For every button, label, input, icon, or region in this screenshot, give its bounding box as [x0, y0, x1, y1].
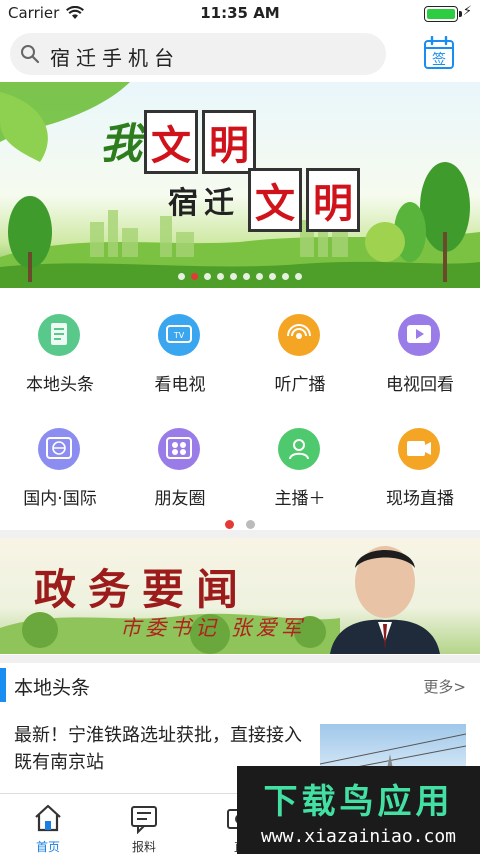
report-icon — [131, 806, 157, 834]
globe-icon — [38, 428, 80, 470]
grid-item-label: 朋友圈 — [154, 489, 206, 509]
banner-line-2: 宿 迁 文 明 — [168, 168, 362, 232]
section-title: 本地头条 — [14, 677, 91, 699]
grid-item-label: 现场直播 — [386, 489, 454, 509]
banner-char: 文 — [248, 168, 302, 232]
clock: 11:35 AM — [200, 4, 280, 22]
carousel-dot[interactable] — [243, 273, 250, 280]
search-icon — [21, 45, 40, 64]
section-accent-bar — [0, 668, 6, 702]
search-text: 宿迁手机台 — [50, 46, 180, 70]
grid-item[interactable]: 听广播 — [240, 290, 360, 406]
broadcast-icon — [278, 314, 320, 356]
grid-item[interactable]: 现场直播 — [360, 404, 480, 520]
carousel-dot[interactable] — [178, 273, 185, 280]
tab-home[interactable]: 首页 — [0, 800, 96, 854]
grid-page-indicator — [0, 520, 480, 529]
carousel-dot[interactable] — [295, 273, 302, 280]
grid-item-label: 主播＋ — [274, 489, 326, 509]
carousel-dot[interactable] — [230, 273, 237, 280]
svg-text:TV: TV — [173, 331, 185, 340]
watermark-overlay: 下载鸟应用 www.xiazainiao.com — [237, 766, 480, 854]
carousel-dot[interactable] — [204, 273, 211, 280]
grid-item[interactable]: TV 看电视 — [120, 290, 240, 406]
grid-item-label: 听广播 — [274, 375, 326, 395]
tab-home-label: 首页 — [35, 840, 60, 854]
banner-char: 明 — [306, 168, 360, 232]
carousel-dot[interactable] — [191, 273, 198, 280]
section-divider — [0, 530, 480, 538]
gov-banner-subtitle: 市委书记 张爱军 — [120, 616, 306, 640]
banner-line-1: 我 文 明 — [100, 110, 258, 174]
section-header: 本地头条 更多> — [0, 664, 480, 706]
grid-item[interactable]: 朋友圈 — [120, 404, 240, 520]
grid-item[interactable]: 主播＋ — [240, 404, 360, 520]
friends-icon — [158, 428, 200, 470]
grid-item[interactable]: 本地头条 — [0, 290, 120, 406]
camera-icon — [398, 428, 440, 470]
sign-in-button[interactable]: 签 — [423, 35, 455, 70]
carousel-dot[interactable] — [256, 273, 263, 280]
charging-icon: ⚡ — [462, 4, 472, 19]
section-divider — [0, 655, 480, 663]
grid-item-label: 电视回看 — [386, 375, 454, 395]
carousel-indicator — [0, 273, 480, 280]
tab-report-label: 报料 — [131, 840, 156, 854]
grid-item-label: 看电视 — [154, 375, 206, 395]
status-bar: Carrier 11:35 AM ⚡ — [0, 0, 480, 28]
carousel-dot[interactable] — [269, 273, 276, 280]
tab-report[interactable]: 报料 — [96, 800, 192, 854]
banner-char: 文 — [144, 110, 199, 174]
tv-icon: TV — [158, 314, 200, 356]
feature-grid: 本地头条 TV 看电视 听广播 电视回看国内·国际 朋友圈 主播＋ 现场直播 — [0, 290, 480, 526]
gov-news-banner[interactable]: 政务要闻 市委书记 张爱军 — [0, 538, 480, 654]
battery-icon — [424, 6, 462, 22]
banner-carousel[interactable]: 我 文 明 宿 迁 文 明 — [0, 82, 480, 288]
sign-label: 签 — [432, 51, 446, 68]
banner-char: 我 — [100, 119, 143, 168]
page-dot[interactable] — [225, 520, 234, 529]
gov-banner-title: 政务要闻 — [34, 565, 251, 614]
carousel-dot[interactable] — [282, 273, 289, 280]
grid-item-label: 国内·国际 — [23, 489, 97, 509]
banner-char: 明 — [202, 110, 257, 174]
play-icon — [398, 314, 440, 356]
more-link[interactable]: 更多> — [423, 676, 466, 697]
banner-char: 宿 — [168, 186, 198, 221]
calendar-icon: 签 — [424, 35, 454, 69]
grid-item-label: 本地头条 — [26, 375, 94, 395]
search-bar[interactable]: 宿迁手机台 — [10, 33, 386, 75]
home-icon — [35, 804, 61, 832]
grid-item[interactable]: 国内·国际 — [0, 404, 120, 520]
banner-char: 迁 — [204, 186, 234, 221]
page-dot[interactable] — [246, 520, 255, 529]
carousel-dot[interactable] — [217, 273, 224, 280]
watermark-url: www.xiazainiao.com — [260, 826, 457, 847]
watermark-text: 下载鸟应用 — [263, 782, 454, 822]
anchor-icon — [278, 428, 320, 470]
document-icon — [38, 314, 80, 356]
grid-item[interactable]: 电视回看 — [360, 290, 480, 406]
